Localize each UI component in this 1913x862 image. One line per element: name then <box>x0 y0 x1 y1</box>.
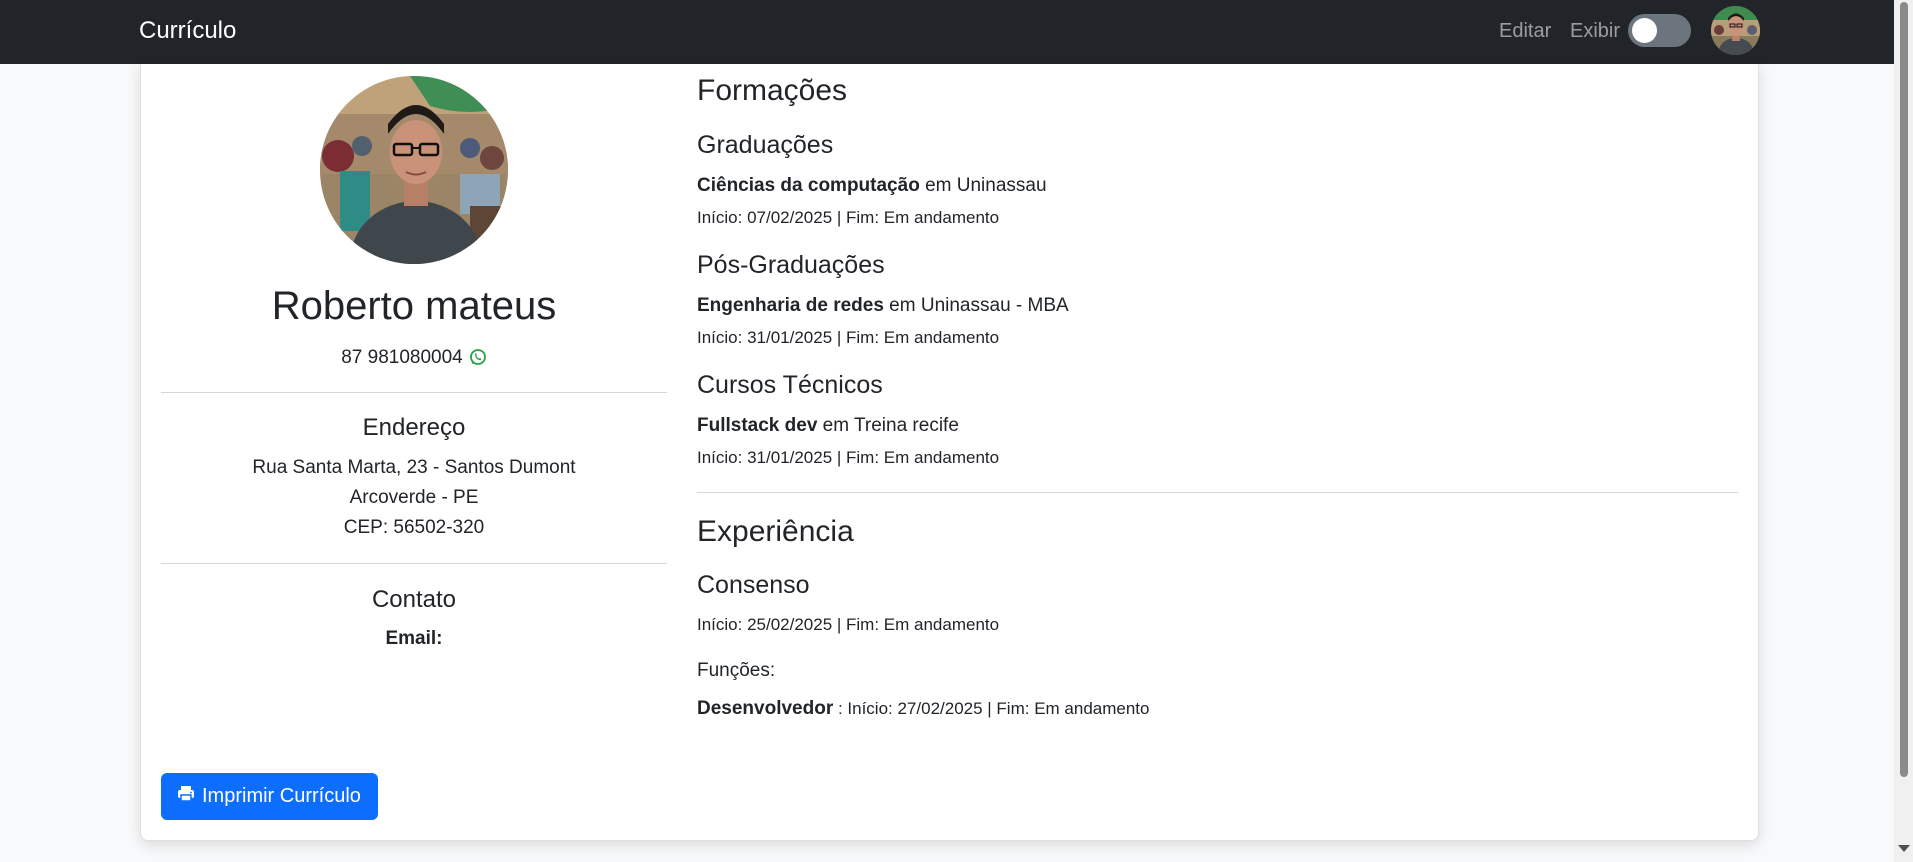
experience-dates: Início: 25/02/2025 | Fim: Em andamento <box>697 615 1000 634</box>
technical-courses-title: Cursos Técnicos <box>697 371 883 399</box>
profile-photo-icon <box>320 76 508 264</box>
role-dates: : Início: 27/02/2025 | Fim: Em andamento <box>833 699 1150 718</box>
technical-institution: Treina recife <box>854 415 959 436</box>
postgrad-institution: Uninassau - MBA <box>920 295 1069 316</box>
nav-link-edit[interactable]: Editar <box>1499 20 1551 43</box>
postgrad-course: Engenharia de redes em Uninassau - MBA <box>697 295 1069 316</box>
nav-link-view[interactable]: Exibir <box>1570 20 1620 43</box>
navbar-brand[interactable]: Currículo <box>139 17 236 45</box>
role-name: Desenvolvedor <box>697 698 834 719</box>
print-resume-button[interactable]: Imprimir Currículo <box>161 773 378 820</box>
education-title: Formações <box>697 74 848 107</box>
experience-role: Desenvolvedor : Início: 27/02/2025 | Fim… <box>697 698 1150 720</box>
toggle-knob <box>1632 18 1657 43</box>
scrollbar-thumb[interactable] <box>1900 2 1908 777</box>
graduation-course: Ciências da computação em Uninassau <box>697 175 1047 196</box>
postgrad-course-name: Engenharia de redes <box>697 295 884 316</box>
email-label: Email: <box>385 628 443 649</box>
graduation-dates: Início: 07/02/2025 | Fim: Em andamento <box>697 208 1000 227</box>
technical-dates: Início: 31/01/2025 | Fim: Em andamento <box>697 448 1000 467</box>
technical-course: Fullstack dev em Treina recife <box>697 415 959 436</box>
divider <box>161 563 667 564</box>
experience-company: Consenso <box>697 571 810 599</box>
postgrad-title: Pós-Graduações <box>697 251 885 279</box>
contact-title: Contato <box>371 586 457 613</box>
experience-title: Experiência <box>697 515 854 548</box>
graduation-institution: Uninassau <box>956 175 1047 196</box>
divider <box>161 392 667 393</box>
view-toggle-switch[interactable] <box>1628 14 1691 47</box>
vertical-scrollbar[interactable] <box>1894 0 1913 862</box>
divider <box>697 492 1738 493</box>
address-line-2: Arcoverde - PE <box>349 487 479 508</box>
address-zip: CEP: 56502-320 <box>343 517 485 538</box>
avatar-photo-icon <box>1711 6 1760 55</box>
postgrad-dates: Início: 31/01/2025 | Fim: Em andamento <box>697 328 1000 347</box>
address-line-1: Rua Santa Marta, 23 - Santos Dumont <box>252 457 576 478</box>
profile-phone: 87 981080004 <box>161 347 667 372</box>
address-title: Endereço <box>362 414 466 441</box>
graduation-course-name: Ciências da computação <box>697 175 920 196</box>
graduation-title: Graduações <box>697 131 834 159</box>
print-button-label: Imprimir Currículo <box>202 785 361 807</box>
functions-label: Funções: <box>697 660 776 681</box>
scroll-down-arrow-icon[interactable] <box>1898 845 1910 852</box>
profile-photo <box>320 76 508 264</box>
technical-course-name: Fullstack dev <box>697 415 818 436</box>
whatsapp-icon[interactable] <box>469 348 487 372</box>
printer-icon <box>177 785 195 808</box>
user-avatar[interactable] <box>1711 6 1760 55</box>
profile-name: Roberto mateus <box>271 284 557 328</box>
navbar: Currículo Editar Exibir <box>0 0 1894 64</box>
phone-number: 87 981080004 <box>341 347 463 368</box>
